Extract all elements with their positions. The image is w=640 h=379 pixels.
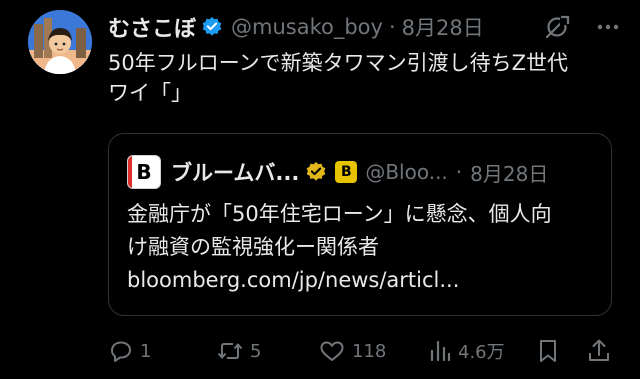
quote-author-handle[interactable]: @Bloo... [365, 160, 447, 184]
share-button[interactable] [586, 335, 612, 367]
quote-author-name[interactable]: ブルームバ... [171, 157, 299, 187]
like-count: 118 [352, 340, 387, 362]
avatar[interactable] [28, 10, 92, 74]
reply-icon [111, 341, 131, 362]
meta-separator: · [388, 15, 396, 39]
affiliation-badge-icon[interactable]: B [335, 161, 358, 183]
views-icon [430, 340, 451, 362]
like-button[interactable]: 118 [318, 335, 386, 367]
bookmark-button[interactable] [536, 335, 560, 367]
quote-avatar-letter: B [136, 160, 152, 184]
tweet-text-line: 50年フルローンで新築タワマン引渡し待ちZ世代 [108, 51, 569, 75]
repost-count: 5 [250, 340, 262, 362]
share-icon [589, 339, 609, 361]
quote-date[interactable]: 8月28日 [470, 158, 548, 187]
author-name[interactable]: むさこぼ [108, 11, 196, 43]
tweet-text-line: ワイ「」 [108, 81, 192, 105]
views-button[interactable]: 4.6万 [428, 335, 505, 367]
grok-icon[interactable] [544, 14, 570, 40]
bookmark-icon [540, 340, 556, 362]
quote-text-line: け融資の監視強化ー関係者 [127, 235, 379, 259]
quote-header: B ブルームバ... B @Bloo... · 8月28日 [127, 155, 595, 189]
reply-button[interactable]: 1 [108, 335, 151, 367]
verified-gold-badge-icon [307, 162, 326, 181]
more-icon[interactable] [596, 15, 620, 39]
quote-avatar[interactable]: B [127, 155, 161, 189]
tweet-header: むさこぼ @musako_boy · 8月28日 [108, 12, 620, 42]
view-count: 4.6万 [458, 342, 505, 363]
quote-link[interactable]: bloomberg.com/jp/news/articl... [127, 264, 597, 297]
action-bar: 1 5 118 4.6万 [108, 335, 620, 367]
quote-text: 金融庁が「50年住宅ローン」に懸念、個人向 け融資の監視強化ー関係者 bloom… [127, 198, 597, 297]
repost-icon [217, 343, 243, 359]
tweet-date[interactable]: 8月28日 [402, 12, 484, 42]
verified-badge-icon [202, 17, 222, 36]
tweet-text: 50年フルローンで新築タワマン引渡し待ちZ世代 ワイ「」 [108, 48, 618, 108]
like-icon [320, 341, 344, 361]
author-handle[interactable]: @musako_boy [231, 15, 383, 39]
quote-text-line: 金融庁が「50年住宅ローン」に懸念、個人向 [127, 202, 552, 226]
reply-count: 1 [140, 340, 152, 362]
quote-meta-separator: · [455, 160, 463, 184]
quote-tweet[interactable]: B ブルームバ... B @Bloo... · 8月28日 金融庁が「50年住宅… [108, 133, 612, 316]
repost-button[interactable]: 5 [216, 335, 261, 367]
